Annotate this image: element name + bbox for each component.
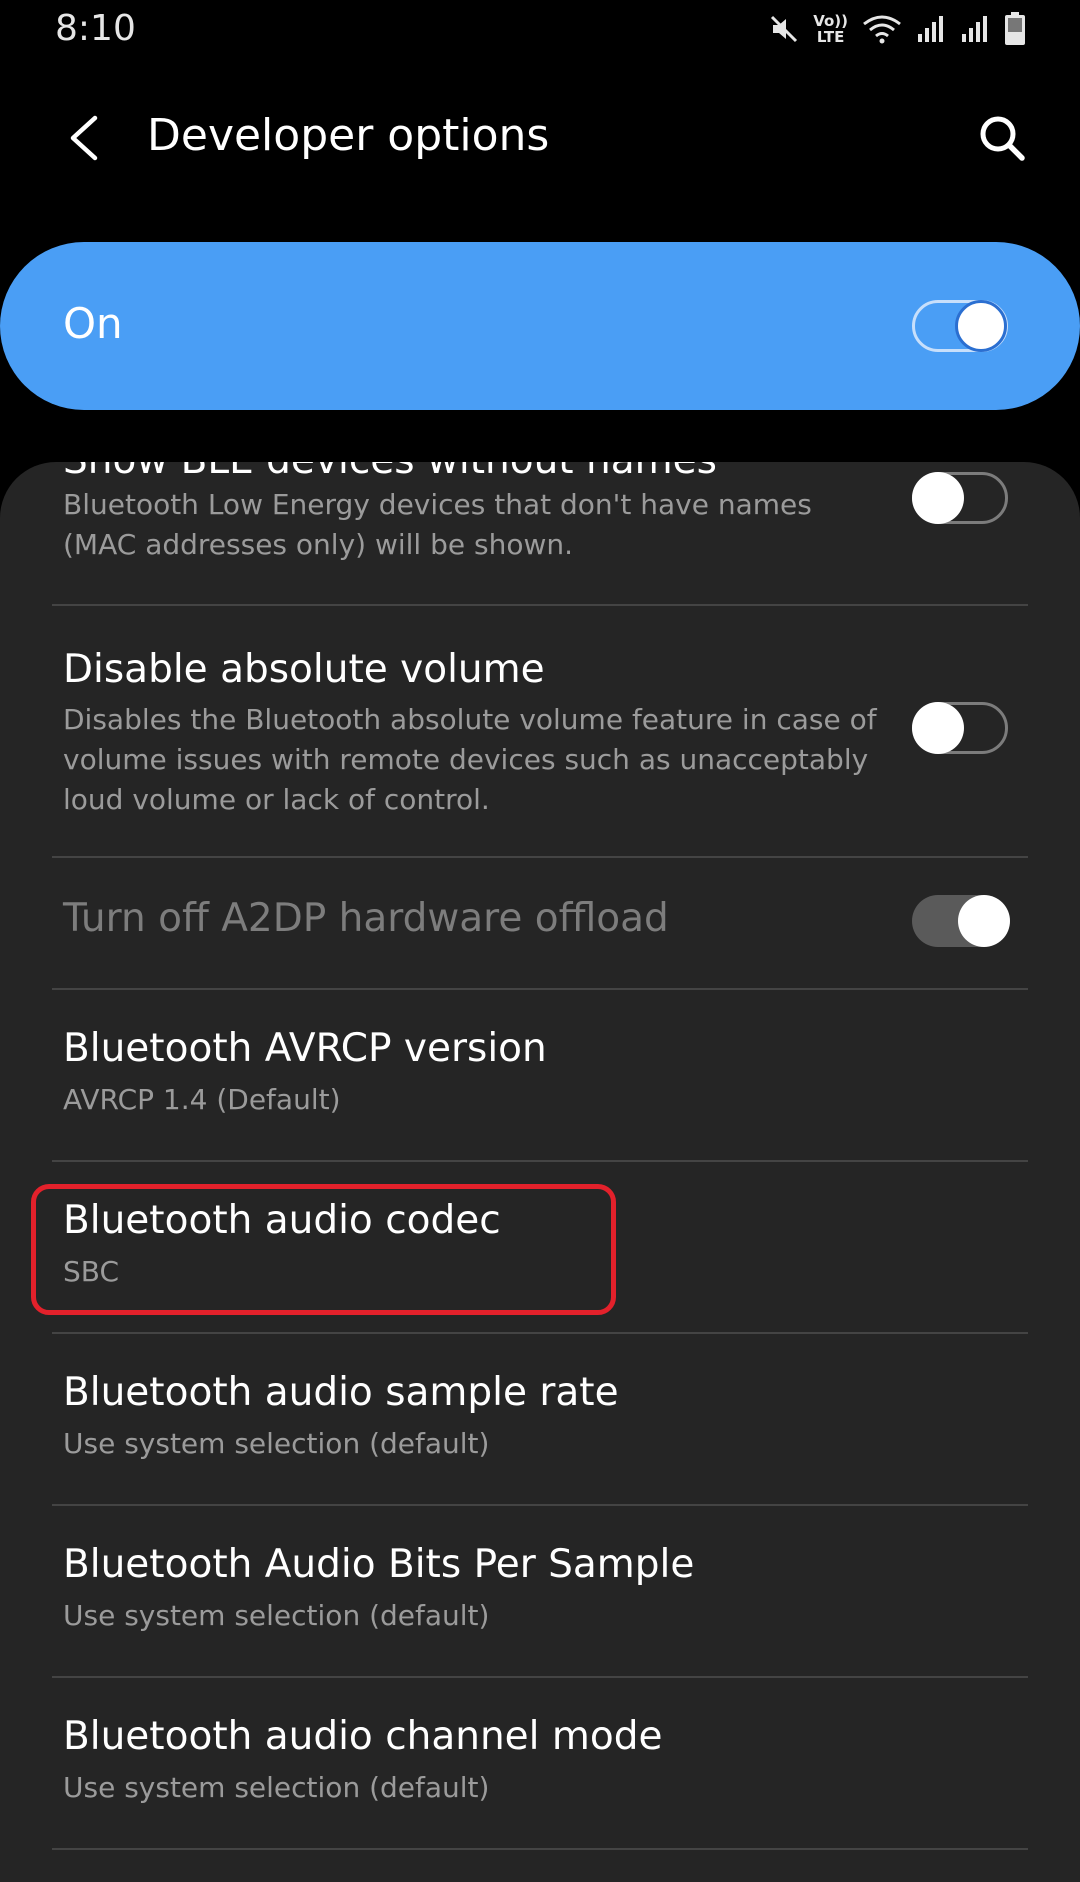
- setting-title: Bluetooth audio channel mode: [63, 1714, 663, 1759]
- toggle-knob: [912, 472, 964, 524]
- setting-subtitle: AVRCP 1.4 (Default): [63, 1083, 341, 1116]
- setting-show-ble-devices[interactable]: Show BLE devices without names Bluetooth…: [0, 462, 1080, 604]
- back-arrow-icon: [70, 115, 98, 161]
- status-icons: Vo)) LTE: [769, 12, 1026, 46]
- status-bar: 8:10 Vo)) LTE: [0, 0, 1080, 62]
- search-icon: [980, 116, 1025, 161]
- page-title: Developer options: [147, 110, 550, 161]
- signal-icon: [960, 14, 990, 44]
- wifi-icon: [862, 14, 902, 44]
- setting-audio-channel-mode[interactable]: Bluetooth audio channel mode Use system …: [0, 1678, 1080, 1848]
- divider: [52, 1848, 1028, 1850]
- toggle-knob: [912, 702, 964, 754]
- back-button[interactable]: [52, 98, 116, 178]
- settings-list: Show BLE devices without names Bluetooth…: [0, 462, 1080, 1882]
- setting-title: Disable absolute volume: [63, 647, 545, 692]
- toggle-knob: [955, 300, 1007, 352]
- setting-subtitle: Bluetooth Low Energy devices that don't …: [63, 488, 812, 561]
- setting-a2dp-hardware-offload[interactable]: Turn off A2DP hardware offload: [0, 858, 1080, 988]
- setting-disable-absolute-volume[interactable]: Disable absolute volume Disables the Blu…: [0, 606, 1080, 856]
- setting-subtitle: Use system selection (default): [63, 1599, 490, 1632]
- toggle-knob: [958, 895, 1010, 947]
- master-switch-toggle[interactable]: [912, 300, 1008, 352]
- status-time: 8:10: [55, 8, 136, 49]
- highlight-box: [31, 1184, 616, 1315]
- setting-audio-sample-rate[interactable]: Bluetooth audio sample rate Use system s…: [0, 1334, 1080, 1504]
- a2dp-hardware-offload-toggle[interactable]: [912, 895, 1010, 947]
- search-button[interactable]: [964, 98, 1040, 178]
- battery-icon: [1004, 12, 1026, 46]
- signal-icon: [916, 14, 946, 44]
- master-switch-bar[interactable]: On: [0, 242, 1080, 410]
- app-bar: Developer options: [0, 70, 1080, 205]
- master-switch-label: On: [63, 299, 123, 348]
- setting-subtitle: Use system selection (default): [63, 1427, 490, 1460]
- setting-subtitle: Disables the Bluetooth absolute volume f…: [63, 703, 877, 816]
- setting-subtitle: Use system selection (default): [63, 1771, 490, 1804]
- show-ble-devices-toggle[interactable]: [912, 472, 1008, 524]
- setting-title: Show BLE devices without names: [63, 462, 717, 483]
- setting-title: Turn off A2DP hardware offload: [63, 896, 669, 941]
- setting-title: Bluetooth audio sample rate: [63, 1370, 619, 1415]
- setting-title: Bluetooth Audio Bits Per Sample: [63, 1542, 695, 1587]
- setting-avrcp-version[interactable]: Bluetooth AVRCP version AVRCP 1.4 (Defau…: [0, 990, 1080, 1160]
- setting-audio-bits-per-sample[interactable]: Bluetooth Audio Bits Per Sample Use syst…: [0, 1506, 1080, 1676]
- mute-icon: [769, 14, 799, 44]
- volte-icon: Vo)) LTE: [813, 12, 848, 46]
- setting-title: Bluetooth AVRCP version: [63, 1026, 547, 1071]
- disable-absolute-volume-toggle[interactable]: [912, 702, 1008, 754]
